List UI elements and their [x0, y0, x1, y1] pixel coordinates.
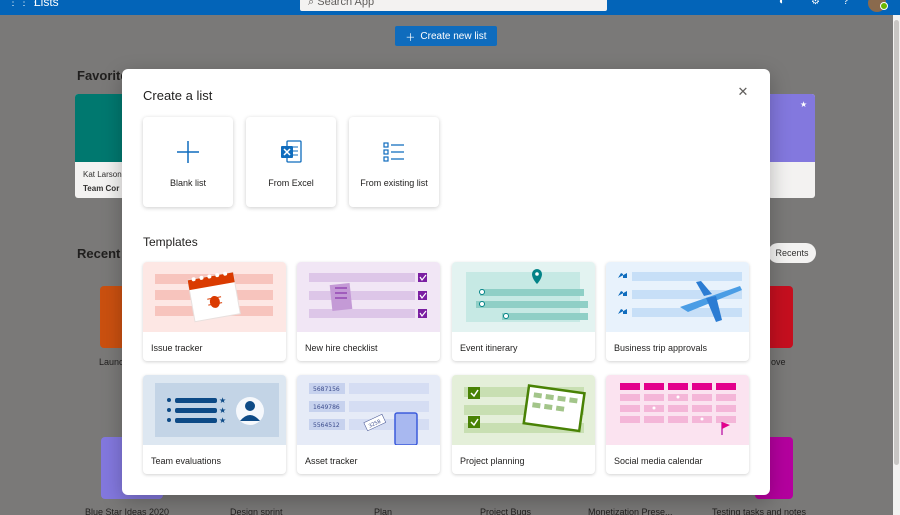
- scrollbar-thumb[interactable]: [894, 20, 899, 465]
- template-social-media-calendar[interactable]: Social media calendar: [606, 375, 749, 474]
- from-existing-list-label: From existing list: [360, 178, 428, 188]
- checklist-illustration: [297, 262, 440, 332]
- from-excel-label: From Excel: [268, 178, 314, 188]
- search-box[interactable]: ⌕ Search App: [300, 0, 607, 11]
- template-event-itinerary[interactable]: Event itinerary: [452, 262, 595, 361]
- bottom-item-label[interactable]: Plan: [374, 507, 392, 515]
- megaphone-icon[interactable]: ◐: [779, 0, 785, 7]
- favorites-heading: Favorite: [77, 68, 128, 83]
- create-list-dialog: Create a list ✕ Blank list From Excel Fr…: [122, 69, 770, 495]
- template-team-evaluations[interactable]: ★ ★ ★ Team evaluations: [143, 375, 286, 474]
- search-icon: ⌕: [308, 0, 315, 8]
- dialog-title: Create a list: [143, 88, 213, 103]
- template-label: Project planning: [460, 456, 525, 466]
- favorite-card-title: Team Cor: [83, 184, 120, 193]
- planning-illustration: [452, 375, 595, 445]
- recent-item-label[interactable]: Launc: [99, 357, 124, 367]
- template-issue-tracker[interactable]: Issue tracker: [143, 262, 286, 361]
- favorite-card-2[interactable]: [768, 94, 815, 198]
- itinerary-illustration: [452, 262, 595, 332]
- favorite-card[interactable]: [75, 94, 125, 198]
- app-name[interactable]: Lists: [34, 0, 59, 9]
- recent-item-label[interactable]: ove: [771, 357, 786, 367]
- plus-icon: [143, 139, 233, 165]
- create-new-list-button[interactable]: ＋ Create new list: [395, 26, 497, 46]
- calendar-bug-illustration: [143, 262, 286, 332]
- search-placeholder: Search App: [317, 0, 375, 8]
- favorite-card-owner: Kat Larson': [83, 170, 124, 179]
- create-new-list-label: Create new list: [420, 30, 487, 42]
- blank-list-option[interactable]: Blank list: [143, 117, 233, 207]
- presence-indicator: [880, 2, 888, 10]
- template-label: Event itinerary: [460, 343, 518, 353]
- svg-text:★: ★: [219, 406, 226, 415]
- bottom-item-label[interactable]: Testing tasks and notes: [712, 507, 806, 515]
- svg-text:★: ★: [219, 416, 226, 425]
- template-label: New hire checklist: [305, 343, 378, 353]
- help-icon[interactable]: ?: [843, 0, 849, 7]
- from-existing-list-option[interactable]: From existing list: [349, 117, 439, 207]
- calendar-illustration: [606, 375, 749, 445]
- bottom-item-label[interactable]: Design sprint: [230, 507, 283, 515]
- template-label: Issue tracker: [151, 343, 203, 353]
- template-asset-tracker[interactable]: 5687156 1649786 5564512 3258 Asset track…: [297, 375, 440, 474]
- svg-text:★: ★: [219, 396, 226, 405]
- from-excel-option[interactable]: From Excel: [246, 117, 336, 207]
- recents-filter-chip[interactable]: Recents: [768, 243, 816, 263]
- template-label: Team evaluations: [151, 456, 222, 466]
- bottom-item-label[interactable]: Monetization Prese...: [588, 507, 673, 515]
- plus-icon: ＋: [405, 32, 416, 44]
- close-icon[interactable]: ✕: [736, 85, 750, 99]
- template-label: Social media calendar: [614, 456, 703, 466]
- bottom-item-label[interactable]: Blue Star Ideas 2020: [85, 507, 169, 515]
- template-label: Business trip approvals: [614, 343, 708, 353]
- asset-number: 5687156: [313, 386, 340, 393]
- blank-list-label: Blank list: [169, 178, 206, 188]
- star-icon[interactable]: ★: [800, 100, 807, 109]
- recent-heading: Recent: [77, 246, 121, 261]
- asset-number: 1649786: [313, 404, 340, 411]
- list-icon: [349, 139, 439, 165]
- excel-icon: [246, 139, 336, 165]
- asset-illustration: 5687156 1649786 5564512 3258: [297, 375, 440, 445]
- template-new-hire-checklist[interactable]: New hire checklist: [297, 262, 440, 361]
- template-business-trip-approvals[interactable]: Business trip approvals: [606, 262, 749, 361]
- gear-icon[interactable]: ⚙: [811, 0, 820, 7]
- bottom-item-label[interactable]: Project Bugs: [480, 507, 531, 515]
- asset-number: 5564512: [313, 422, 340, 429]
- airplane-illustration: [606, 262, 749, 332]
- app-header: ⋮⋮⋮ Lists ⌕ Search App ◐ ⚙ ?: [0, 0, 900, 15]
- evaluation-illustration: ★ ★ ★: [143, 375, 286, 445]
- templates-heading: Templates: [143, 235, 198, 249]
- template-project-planning[interactable]: Project planning: [452, 375, 595, 474]
- template-label: Asset tracker: [305, 456, 358, 466]
